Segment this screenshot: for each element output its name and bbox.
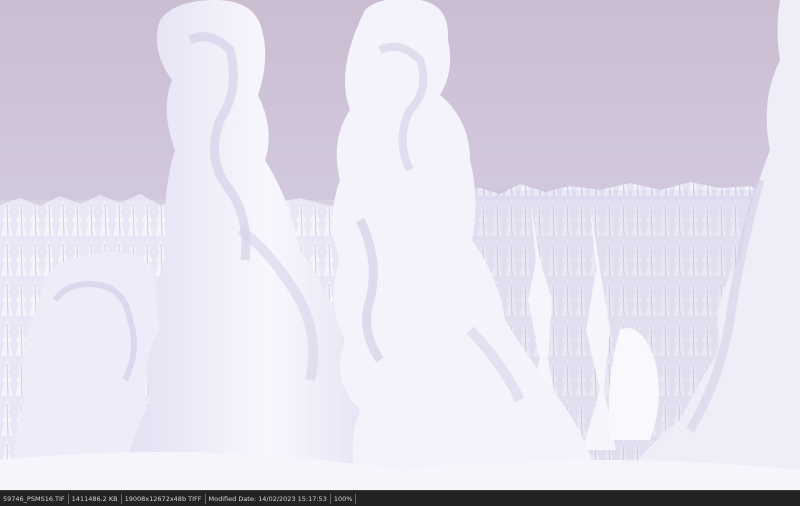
winter-landscape-photo: [0, 0, 800, 490]
status-filename: 59746_PSMS16.TIF: [3, 494, 65, 503]
status-modified-date: Modified Date: 14/02/2023 15:17:53: [208, 494, 327, 503]
status-filesize: 1411486.2 KB: [71, 494, 118, 503]
status-separator: [355, 493, 357, 504]
status-bar: 59746_PSMS16.TIF 1411486.2 KB 19008x1267…: [0, 490, 800, 506]
status-zoom[interactable]: 100%: [331, 492, 356, 506]
image-viewport[interactable]: [0, 0, 800, 490]
status-dimensions: 19008x12672x48b TIFF: [124, 494, 202, 503]
